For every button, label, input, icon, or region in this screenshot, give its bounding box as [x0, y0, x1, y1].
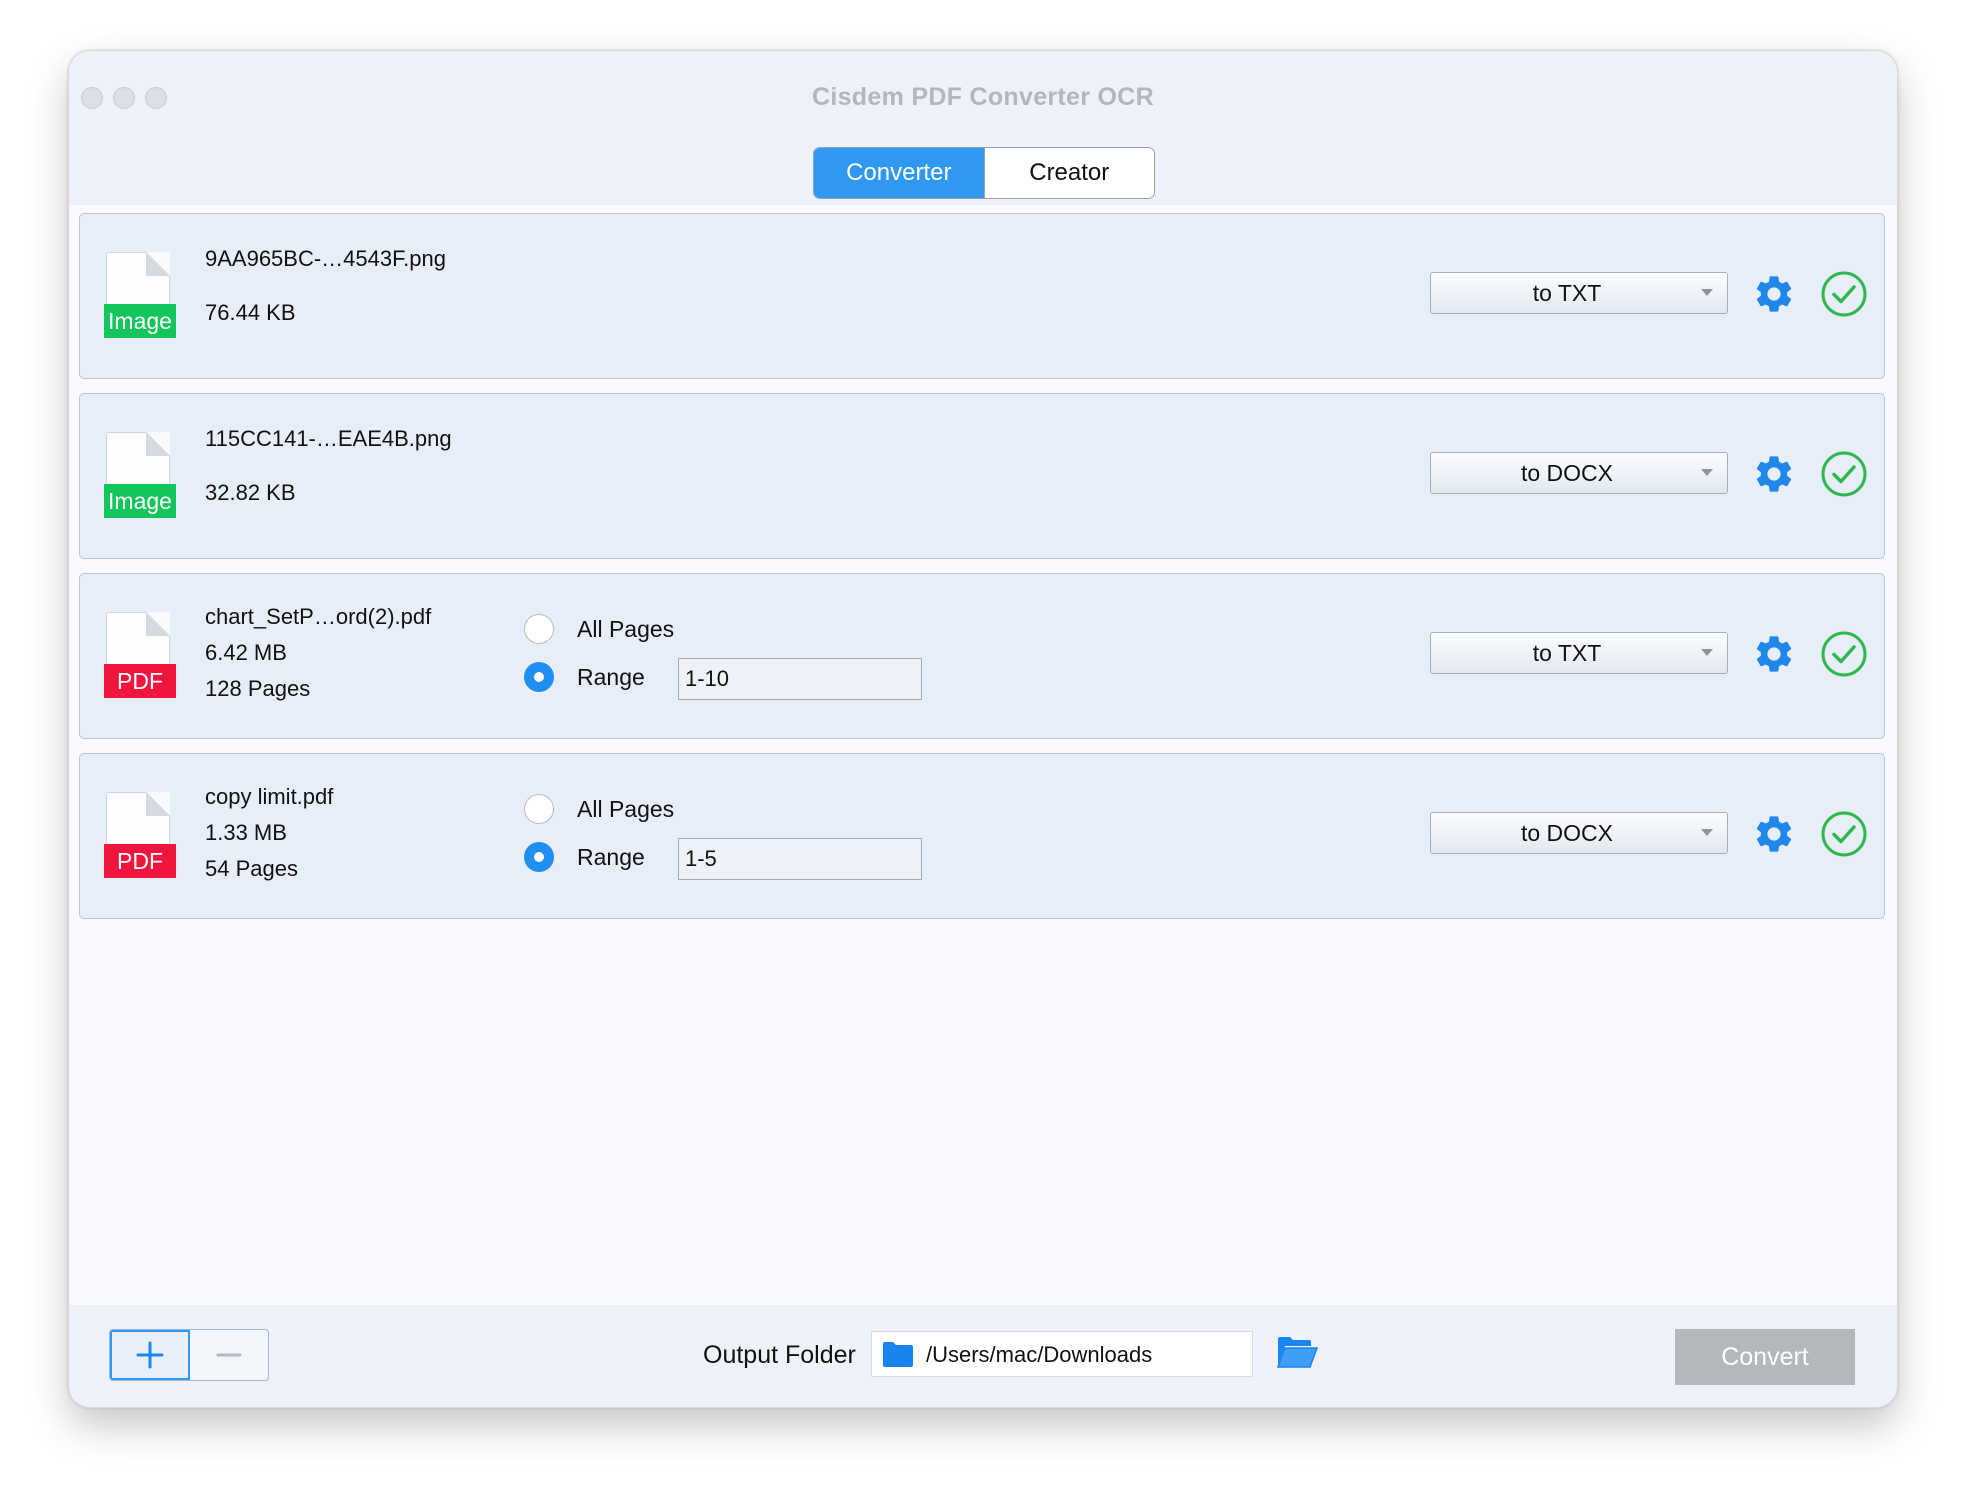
- file-name: chart_SetP…ord(2).pdf: [205, 604, 432, 629]
- check-circle-icon[interactable]: [1820, 810, 1868, 858]
- output-format-select[interactable]: to TXT: [1430, 272, 1728, 314]
- pdf-file-icon: PDF: [104, 612, 176, 698]
- file-type-badge: PDF: [104, 844, 176, 878]
- output-format-select[interactable]: to TXT: [1430, 632, 1728, 674]
- output-format-value: to DOCX: [1520, 820, 1614, 846]
- chevron-down-icon: [1701, 469, 1713, 476]
- range-radio[interactable]: [524, 842, 554, 872]
- file-list: Image 9AA965BC-…4543F.png 76.44 KB to TX…: [69, 205, 1897, 1305]
- gear-icon[interactable]: [1752, 452, 1796, 496]
- mode-segmented-control: Converter Creator: [813, 147, 1155, 199]
- check-circle-icon[interactable]: [1820, 270, 1868, 318]
- convert-button[interactable]: Convert: [1675, 1329, 1855, 1385]
- image-file-icon: Image: [104, 432, 176, 518]
- open-folder-icon[interactable]: [1275, 1329, 1319, 1373]
- file-size: 32.82 KB: [205, 480, 296, 505]
- file-name: 115CC141-…EAE4B.png: [205, 426, 452, 451]
- page-count: 54 Pages: [205, 856, 298, 881]
- file-size: 1.33 MB: [205, 820, 287, 845]
- gear-icon[interactable]: [1752, 812, 1796, 856]
- output-format-select[interactable]: to DOCX: [1430, 452, 1728, 494]
- minus-icon: [216, 1353, 242, 1357]
- file-name: copy limit.pdf: [205, 784, 334, 809]
- page-range-input[interactable]: [678, 658, 922, 700]
- window-title: Cisdem PDF Converter OCR: [812, 83, 1154, 111]
- file-row[interactable]: PDF chart_SetP…ord(2).pdf 6.42 MB 128 Pa…: [79, 573, 1885, 739]
- page-count: 128 Pages: [205, 676, 311, 701]
- range-radio[interactable]: [524, 662, 554, 692]
- all-pages-radio[interactable]: [524, 614, 554, 644]
- all-pages-radio[interactable]: [524, 794, 554, 824]
- output-folder-label: Output Folder: [703, 1341, 856, 1369]
- file-type-badge: PDF: [104, 664, 176, 698]
- title-bar: Cisdem PDF Converter OCR Converter Creat…: [69, 51, 1897, 205]
- pdf-file-icon: PDF: [104, 792, 176, 878]
- page-range-input[interactable]: [678, 838, 922, 880]
- range-label: Range: [577, 844, 645, 870]
- file-type-badge: Image: [104, 304, 176, 338]
- file-size: 76.44 KB: [205, 300, 296, 325]
- output-format-select[interactable]: to DOCX: [1430, 812, 1728, 854]
- chevron-down-icon: [1701, 289, 1713, 296]
- file-row[interactable]: PDF copy limit.pdf 1.33 MB 54 Pages All …: [79, 753, 1885, 919]
- bottom-toolbar: Output Folder /Users/mac/Downloads Conve…: [69, 1305, 1897, 1407]
- tab-creator[interactable]: Creator: [983, 148, 1154, 198]
- output-folder-field[interactable]: /Users/mac/Downloads: [871, 1331, 1253, 1377]
- folder-icon: [883, 1342, 913, 1367]
- gear-icon[interactable]: [1752, 272, 1796, 316]
- file-row[interactable]: Image 9AA965BC-…4543F.png 76.44 KB to TX…: [79, 213, 1885, 379]
- output-folder-path: /Users/mac/Downloads: [926, 1342, 1153, 1367]
- file-name: 9AA965BC-…4543F.png: [205, 246, 446, 271]
- check-circle-icon[interactable]: [1820, 630, 1868, 678]
- file-row[interactable]: Image 115CC141-…EAE4B.png 32.82 KB to DO…: [79, 393, 1885, 559]
- file-size: 6.42 MB: [205, 640, 287, 665]
- image-file-icon: Image: [104, 252, 176, 338]
- all-pages-label: All Pages: [577, 616, 675, 642]
- output-format-value: to TXT: [1532, 280, 1602, 306]
- remove-file-button[interactable]: [190, 1330, 268, 1380]
- chevron-down-icon: [1701, 649, 1713, 656]
- check-circle-icon[interactable]: [1820, 450, 1868, 498]
- file-type-badge: Image: [104, 484, 176, 518]
- plus-icon: [136, 1341, 164, 1369]
- tab-converter[interactable]: Converter: [814, 148, 984, 198]
- gear-icon[interactable]: [1752, 632, 1796, 676]
- output-format-value: to DOCX: [1520, 460, 1614, 486]
- add-file-button[interactable]: [110, 1330, 190, 1380]
- chevron-down-icon: [1701, 829, 1713, 836]
- app-window: Cisdem PDF Converter OCR Converter Creat…: [68, 50, 1898, 1408]
- output-format-value: to TXT: [1532, 640, 1602, 666]
- range-label: Range: [577, 664, 645, 690]
- all-pages-label: All Pages: [577, 796, 675, 822]
- add-remove-control: [109, 1329, 269, 1381]
